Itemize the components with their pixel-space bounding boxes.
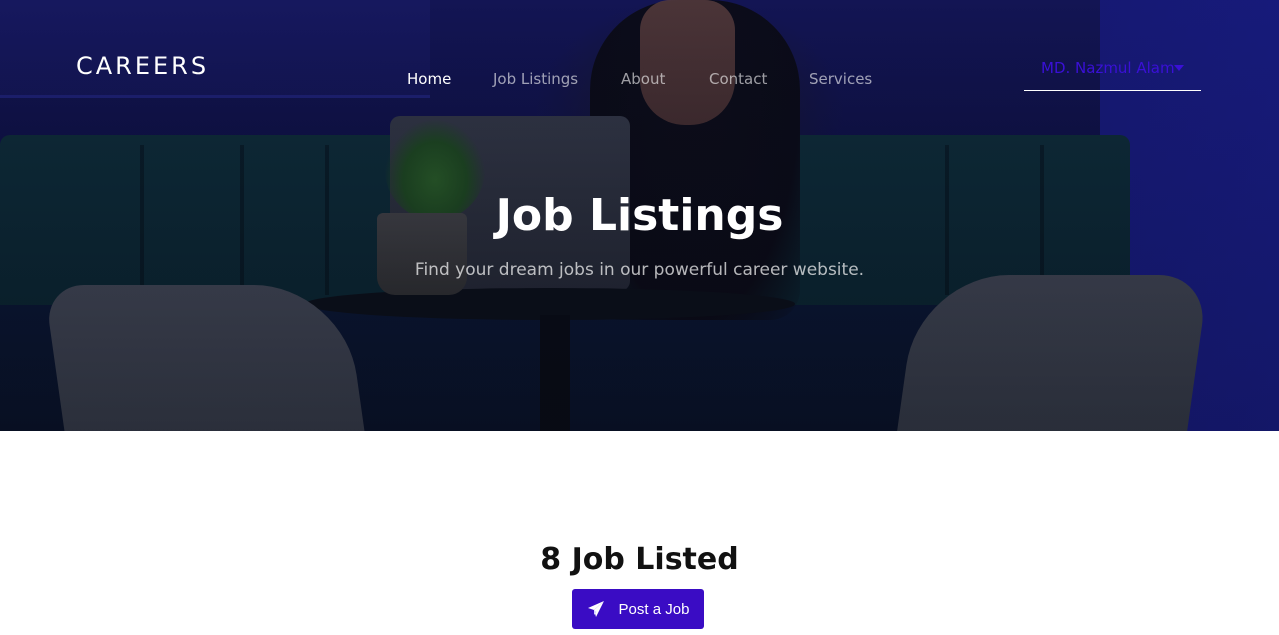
nav-home[interactable]: Home [407, 70, 451, 88]
brand-logo[interactable]: CAREERS [76, 52, 209, 80]
user-name[interactable]: MD. Nazmul Alam [1041, 59, 1175, 77]
nav-job-listings[interactable]: Job Listings [493, 70, 578, 88]
user-menu-dropdown[interactable]: MD. Nazmul Alam [1024, 58, 1201, 91]
caret-down-icon[interactable] [1174, 65, 1184, 71]
job-count-heading: 8 Job Listed [540, 542, 739, 577]
hero-title: Job Listings [495, 190, 784, 241]
paper-plane-icon [587, 600, 605, 618]
nav-about[interactable]: About [621, 70, 665, 88]
post-job-button[interactable]: Post a Job [572, 589, 704, 629]
post-job-label: Post a Job [618, 600, 690, 618]
nav-services[interactable]: Services [809, 70, 872, 88]
hero-subtitle: Find your dream jobs in our powerful car… [414, 260, 865, 280]
nav-contact[interactable]: Contact [709, 70, 767, 88]
